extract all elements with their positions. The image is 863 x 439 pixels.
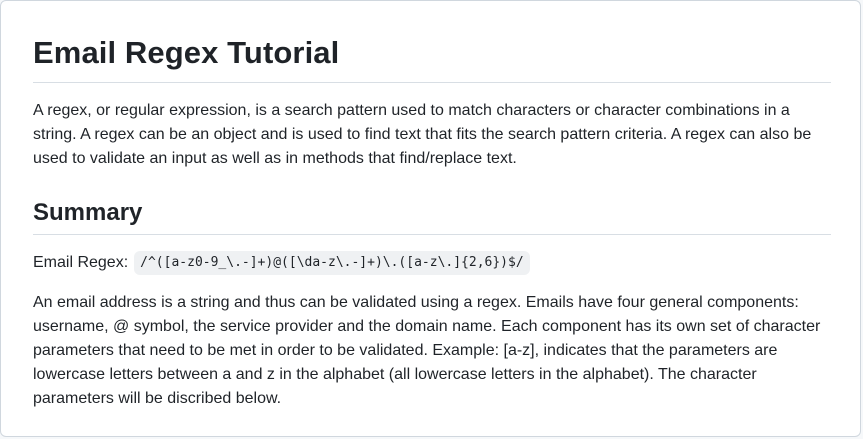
email-regex-label: Email Regex: [33, 254, 129, 271]
email-regex-code: /^([a-z0-9_\.-]+)@([\da-z\.-]+)\.([a-z\.… [134, 251, 530, 275]
page-title: Email Regex Tutorial [33, 33, 831, 83]
markdown-body: Email Regex Tutorial A regex, or regular… [33, 33, 831, 411]
summary-paragraph: An email address is a string and thus ca… [33, 294, 821, 407]
summary-heading: Summary [33, 198, 831, 235]
intro-paragraph: A regex, or regular expression, is a sea… [33, 102, 812, 167]
readme-card: Email Regex Tutorial A regex, or regular… [0, 0, 861, 437]
email-regex-line: Email Regex: /^([a-z0-9_\.-]+)@([\da-z\.… [33, 251, 831, 275]
